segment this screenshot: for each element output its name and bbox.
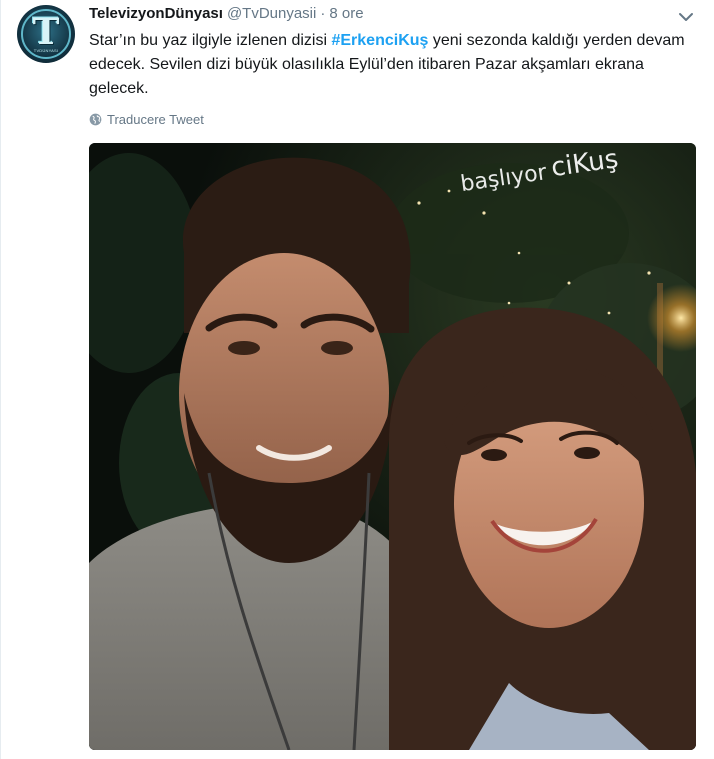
globe-icon: [89, 113, 102, 126]
tweet-card[interactable]: T TVDÜNYASI TelevizyonDünyası @TvDunyasi…: [0, 0, 714, 759]
header-separator: ·: [320, 5, 326, 22]
hashtag-link[interactable]: #ErkenciKuş: [331, 32, 428, 49]
chevron-down-icon[interactable]: [677, 8, 695, 26]
author-full-name[interactable]: TelevizyonDünyası: [89, 5, 223, 22]
translate-tweet-link[interactable]: Traducere Tweet: [89, 112, 204, 127]
tweet-text: Star’ın bu yaz ilgiyle izlenen dizisi #E…: [89, 29, 689, 101]
photo-woman: [389, 307, 696, 750]
translate-label: Traducere Tweet: [107, 112, 204, 127]
avatar[interactable]: T TVDÜNYASI: [17, 5, 75, 63]
tweet-timestamp[interactable]: 8 ore: [329, 5, 363, 22]
tweet-text-before: Star’ın bu yaz ilgiyle izlenen dizisi: [89, 32, 332, 49]
tweet-photo[interactable]: ciKuş başlıyor: [89, 143, 696, 750]
tweet-header: TelevizyonDünyası @TvDunyasii · 8 ore: [89, 5, 364, 27]
avatar-logo-caption: TVDÜNYASI: [33, 48, 59, 53]
avatar-logo-letter: T: [32, 11, 60, 53]
author-handle[interactable]: @TvDunyasii: [227, 5, 316, 22]
